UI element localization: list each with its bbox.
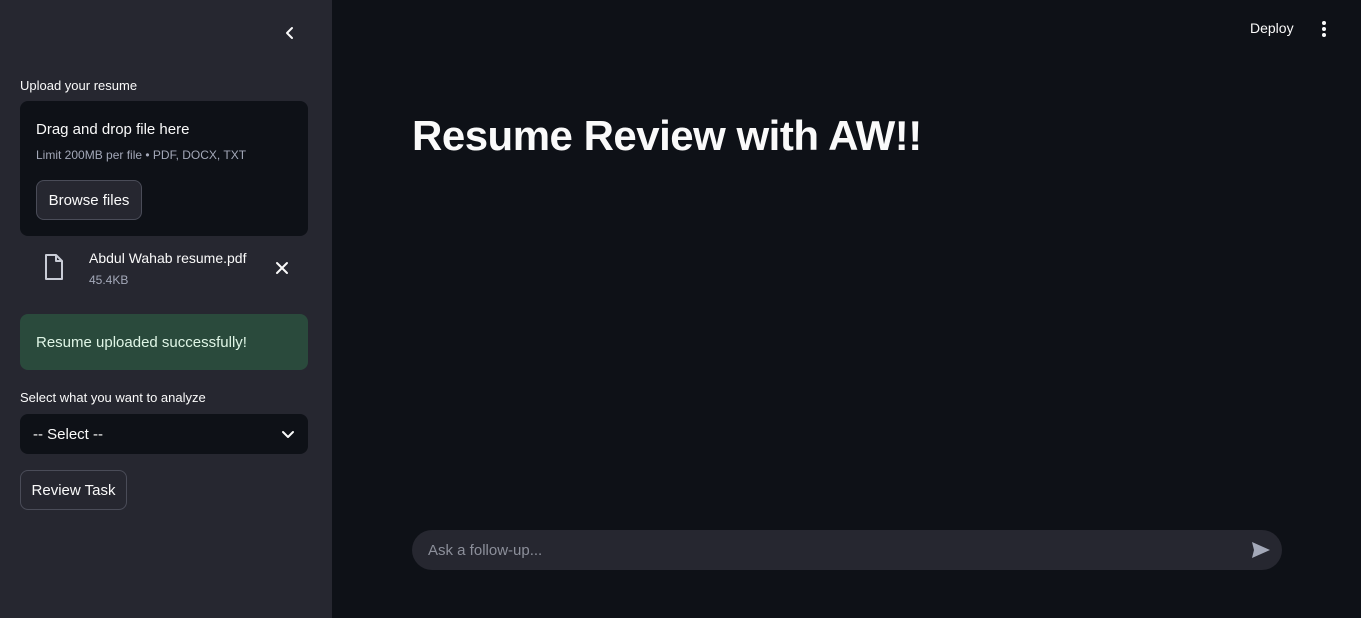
dropzone-title: Drag and drop file here [36,121,190,138]
app-window: Upload your resume Drag and drop file he… [0,0,1361,618]
close-icon [276,262,288,274]
page-title: Resume Review with AW!! [412,112,922,159]
file-dropzone[interactable]: Drag and drop file here Limit 200MB per … [20,101,308,236]
chevron-left-icon [286,27,293,39]
chevron-down-icon [282,431,294,438]
send-button[interactable] [1250,540,1272,560]
main-menu-button[interactable] [1314,18,1334,40]
select-value: -- Select -- [33,426,104,443]
review-task-button[interactable]: Review Task [20,470,127,510]
file-name: Abdul Wahab resume.pdf [89,250,247,266]
collapse-sidebar-button[interactable] [277,20,303,46]
success-message: Resume uploaded successfully! [36,334,247,351]
upload-label: Upload your resume [20,78,138,93]
browse-files-button[interactable]: Browse files [36,180,142,220]
deploy-button[interactable]: Deploy [1250,20,1294,40]
remove-file-button[interactable] [272,258,292,278]
file-size: 45.4KB [89,273,129,287]
file-icon [45,254,63,280]
success-alert: Resume uploaded successfully! [20,314,308,370]
chat-input[interactable] [428,530,1238,570]
uploaded-file: Abdul Wahab resume.pdf 45.4KB [20,248,308,292]
kebab-menu-icon [1322,21,1326,37]
sidebar: Upload your resume Drag and drop file he… [0,0,332,618]
analyze-select[interactable]: -- Select -- [20,414,308,454]
analyze-select-label: Select what you want to analyze [20,390,206,405]
chat-input-container [412,530,1282,570]
dropzone-limit: Limit 200MB per file • PDF, DOCX, TXT [36,148,247,162]
send-icon [1252,542,1270,558]
